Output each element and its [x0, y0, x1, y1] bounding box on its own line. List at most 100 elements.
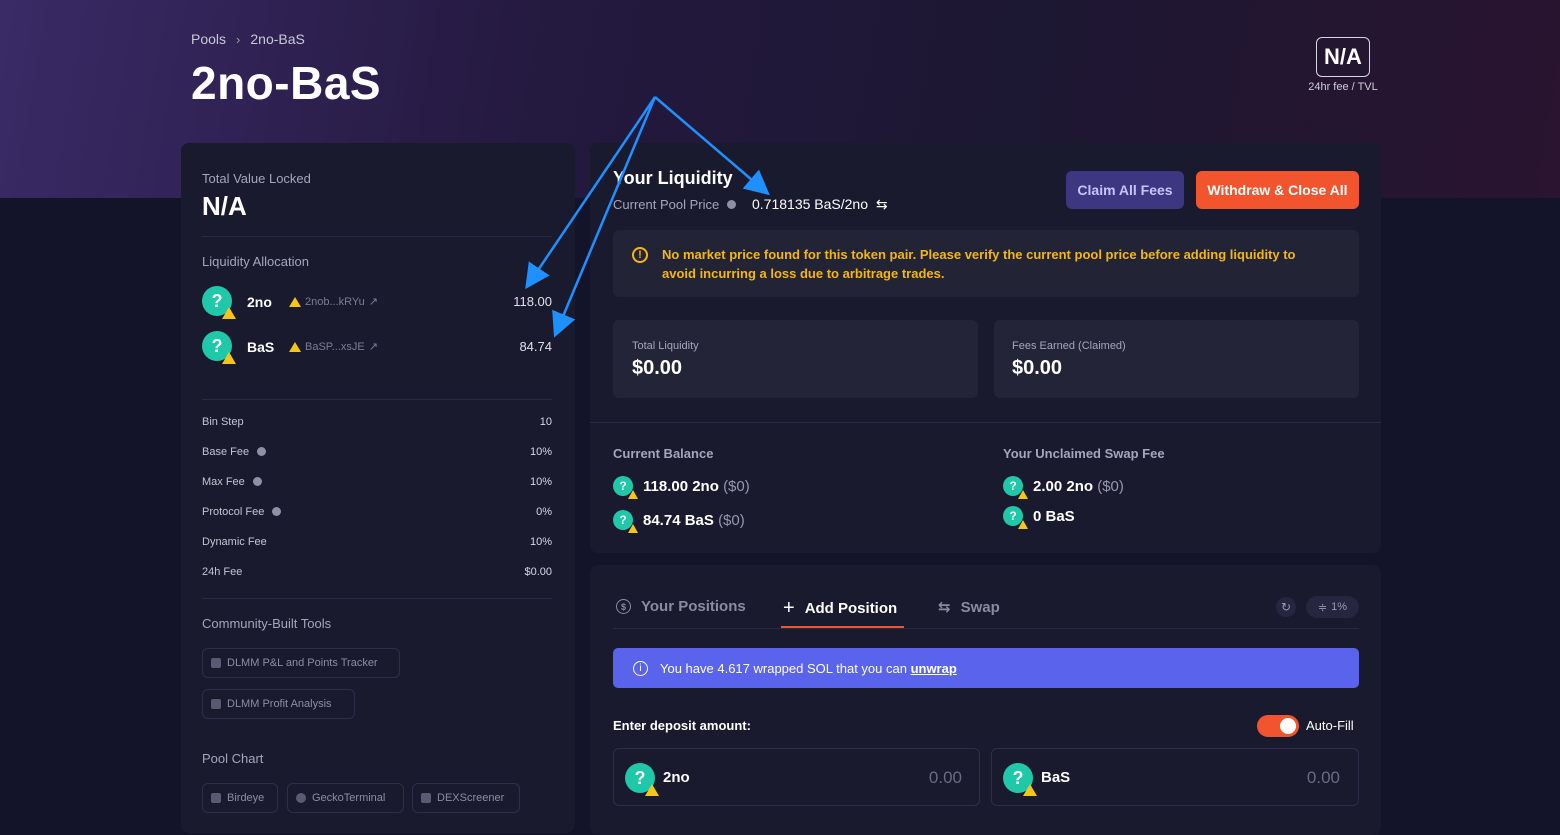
token-address: BaSP...xsJE [305, 340, 365, 353]
balance-row: ? 84.74 BaS ($0) [613, 510, 745, 533]
balance-usd: ($0) [723, 477, 750, 495]
breadcrumb-pools-link[interactable]: Pools [191, 31, 226, 47]
wrapped-sol-banner: i You have 4.617 wrapped SOL that you ca… [613, 648, 1359, 688]
slippage-button[interactable]: ≑ 1% [1306, 596, 1359, 618]
swap-icon: ⇆ [938, 599, 951, 616]
stat-label: Dynamic Fee [202, 536, 267, 548]
stat-row-24h-fee: 24h Fee $0.00 [202, 566, 552, 578]
gecko-icon [296, 793, 306, 803]
balance-usd: ($0) [718, 511, 745, 529]
refresh-icon[interactable]: ↻ [1276, 597, 1296, 617]
page-title: 2no-BaS [191, 57, 382, 109]
tab-label: Add Position [804, 600, 898, 617]
birdeye-button[interactable]: Birdeye [202, 783, 278, 813]
token-2no-icon: ? [613, 476, 638, 499]
warning-icon [289, 341, 301, 352]
auto-fill-label: Auto-Fill [1306, 718, 1354, 733]
chart-link-label: Birdeye [227, 792, 265, 804]
warning-icon [289, 296, 301, 307]
unclaimed-amount: 0 BaS [1033, 507, 1075, 525]
unclaimed-fee-label: Your Unclaimed Swap Fee [1003, 446, 1165, 461]
stat-label: Max Fee [202, 476, 245, 488]
tool-label: DLMM P&L and Points Tracker [227, 657, 378, 669]
unclaimed-amount: 2.00 2no [1033, 477, 1094, 495]
price-warning-text: No market price found for this token pai… [662, 247, 1296, 281]
profit-analysis-button[interactable]: DLMM Profit Analysis [202, 689, 355, 719]
your-liquidity-title: Your Liquidity [613, 168, 733, 188]
pool-price-label: Current Pool Price [613, 197, 737, 212]
claim-all-fees-button[interactable]: Claim All Fees [1066, 171, 1184, 209]
plus-icon: + [783, 597, 795, 619]
auto-fill-toggle[interactable] [1257, 715, 1299, 737]
pnl-tracker-button[interactable]: DLMM P&L and Points Tracker [202, 648, 400, 678]
divider [202, 598, 552, 599]
stat-row-max-fee: Max Fee 10% [202, 476, 552, 488]
chevron-right-icon: › [236, 31, 241, 47]
chart-link-label: GeckoTerminal [312, 792, 386, 804]
deposit-input-2no[interactable]: ? 2no 0.00 [613, 748, 980, 806]
deposit-input-bas[interactable]: ? BaS 0.00 [991, 748, 1359, 806]
deposit-label: Enter deposit amount: [613, 718, 751, 733]
breadcrumb: Pools › 2no-BaS [191, 31, 305, 47]
token-bas-icon: ? [613, 510, 638, 533]
dollar-circle-icon: $ [616, 599, 631, 614]
token-address-link[interactable]: BaSP...xsJE ↗ [289, 340, 378, 353]
info-icon[interactable] [257, 447, 267, 456]
stat-row-bin-step: Bin Step 10 [202, 416, 552, 428]
tab-label: Swap [960, 598, 1000, 616]
stat-label: Base Fee [202, 446, 250, 458]
stat-label: Protocol Fee [202, 506, 265, 518]
info-icon: i [633, 660, 648, 676]
total-liquidity-card: Total Liquidity $0.00 [613, 320, 978, 398]
input-amount[interactable]: 0.00 [882, 768, 962, 788]
input-token-symbol: 2no [663, 769, 690, 786]
withdraw-close-all-button[interactable]: Withdraw & Close All [1196, 171, 1359, 209]
swap-direction-icon[interactable]: ⇆ [876, 196, 888, 212]
token-address-link[interactable]: 2nob...kRYu ↗ [289, 295, 378, 308]
unclaimed-usd: ($0) [1097, 477, 1124, 495]
token-2no-icon: ? [625, 763, 659, 796]
chart-link-label: DEXScreener [437, 792, 505, 804]
community-tools-label: Community-Built Tools [202, 616, 332, 631]
total-liquidity-value: $0.00 [632, 357, 683, 379]
tab-your-positions[interactable]: $ Your Positions [616, 598, 746, 615]
balance-row: ? 118.00 2no ($0) [613, 476, 750, 499]
tab-label: Your Positions [641, 598, 746, 615]
active-tab-indicator [781, 626, 904, 628]
fees-earned-label: Fees Earned (Claimed) [1012, 340, 1126, 352]
allocation-label: Liquidity Allocation [202, 254, 309, 269]
token-2no-icon: ? [1003, 476, 1028, 499]
pool-price-text: 0.718135 BaS/2no [752, 196, 868, 212]
birdeye-icon [211, 793, 221, 803]
pool-chart-label: Pool Chart [202, 751, 264, 766]
tool-label: DLMM Profit Analysis [227, 698, 332, 710]
stat-row-base-fee: Base Fee 10% [202, 446, 552, 458]
tab-add-position[interactable]: + Add Position [783, 597, 897, 620]
divider [590, 422, 1381, 423]
fees-earned-value: $0.00 [1012, 357, 1063, 379]
dexscreener-button[interactable]: DEXScreener [412, 783, 520, 813]
unwrap-link[interactable]: unwrap [911, 661, 957, 676]
fee-tvl-caption: 24hr fee / TVL [1308, 81, 1378, 93]
toggle-knob [1280, 718, 1296, 734]
tracker-icon [211, 658, 221, 668]
input-token-symbol: BaS [1041, 769, 1071, 786]
pool-info-panel [181, 143, 575, 833]
tvl-value: N/A [202, 191, 247, 221]
stat-row-protocol-fee: Protocol Fee 0% [202, 506, 552, 518]
geckoterminal-button[interactable]: GeckoTerminal [287, 783, 404, 813]
stat-value: 10% [529, 446, 552, 458]
info-icon[interactable] [727, 200, 737, 209]
stat-value: 10% [529, 476, 552, 488]
token-bas-icon: ? [202, 331, 236, 364]
info-icon[interactable] [252, 477, 262, 486]
unclaimed-row: ? 2.00 2no ($0) [1003, 476, 1124, 499]
pool-price-label-text: Current Pool Price [613, 197, 720, 212]
info-icon[interactable] [272, 507, 282, 516]
pool-price-value: 0.718135 BaS/2no ⇆ [752, 196, 888, 213]
tab-swap[interactable]: ⇆ Swap [938, 598, 1000, 617]
external-link-icon: ↗ [368, 341, 378, 353]
balance-amount: 84.74 BaS [643, 511, 714, 529]
tvl-label: Total Value Locked [202, 171, 311, 186]
input-amount[interactable]: 0.00 [1260, 768, 1340, 788]
